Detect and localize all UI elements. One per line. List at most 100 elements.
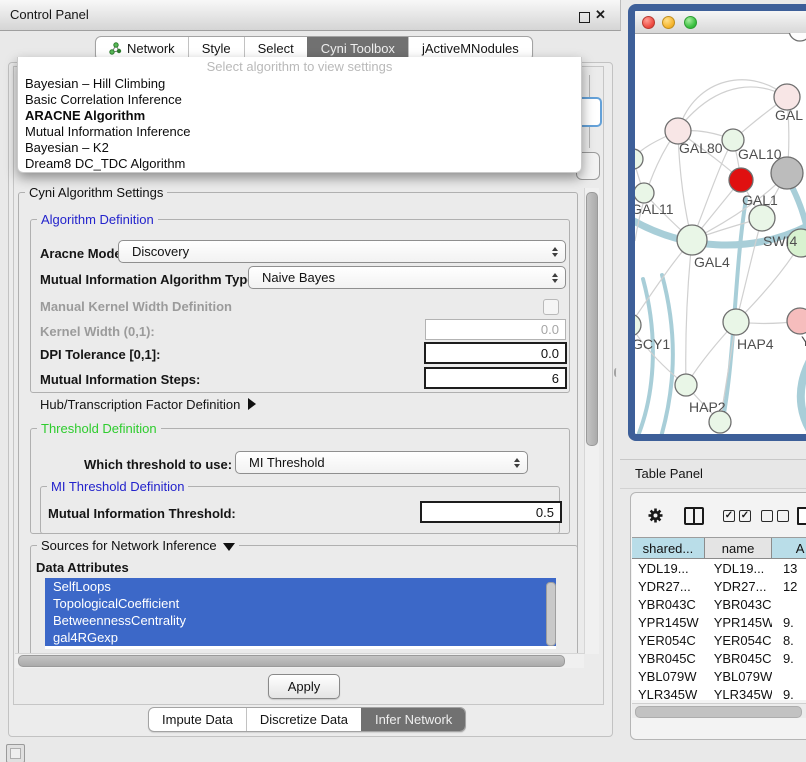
tab-label: Network xyxy=(127,41,175,56)
table-cell: 13 xyxy=(772,561,806,576)
network-node-gal1[interactable] xyxy=(749,205,775,231)
attribute-item-gal4rgexp[interactable]: gal4RGexp xyxy=(45,629,556,646)
table-row[interactable]: YBL079WYBL079W xyxy=(632,667,806,685)
close-panel-icon[interactable]: ✕ xyxy=(595,7,606,23)
aracne-mode-combo[interactable]: Discovery xyxy=(118,240,566,263)
checked-column-icon[interactable]: ✓ xyxy=(739,510,751,522)
manual-kernel-checkbox[interactable] xyxy=(543,299,559,315)
network-window-titlebar[interactable] xyxy=(635,11,806,34)
control-panel-titlebar: Control Panel ✕ xyxy=(0,0,621,31)
table-row[interactable]: YBR045CYBR045C9. xyxy=(632,649,806,667)
column-header-shared[interactable]: shared... xyxy=(632,538,705,558)
table-row[interactable]: YBR043CYBR043C xyxy=(632,595,806,613)
screen: Control Panel ✕ NetworkStyleSelectCyni T… xyxy=(0,0,806,762)
network-node-label: HAP4 xyxy=(737,336,774,352)
float-panel-icon[interactable] xyxy=(579,12,590,23)
table-cell: YBL079W xyxy=(632,669,705,684)
mini-panel-button[interactable] xyxy=(6,744,25,762)
table-horizontal-scrollbar[interactable] xyxy=(632,703,806,718)
network-canvas[interactable]: GALGAL80GAL10GAL11GAL1SWI4GAL4GCY1HAP4YH… xyxy=(635,33,806,434)
mi-algorithm-type-combo[interactable]: Naive Bayes xyxy=(248,266,566,289)
algorithm-option-aracne-algorithm[interactable]: ARACNE Algorithm xyxy=(18,108,581,124)
mi-threshold-value: 0.5 xyxy=(536,505,554,520)
attributes-scrollbar-thumb[interactable] xyxy=(546,582,556,646)
tab-impute-data[interactable]: Impute Data xyxy=(149,708,246,731)
table-row[interactable]: YDR27...YDR27...12 xyxy=(632,577,806,595)
which-threshold-combo[interactable]: MI Threshold xyxy=(235,451,528,474)
table-row[interactable]: YPR145WYPR145W9. xyxy=(632,613,806,631)
network-node-gal4[interactable] xyxy=(677,225,707,255)
algorithm-dropdown-placeholder: Select algorithm to view settings xyxy=(18,57,581,76)
algorithm-options: Bayesian – Hill ClimbingBasic Correlatio… xyxy=(18,76,581,172)
node-table: shared...nameA YDL19...YDL19...13YDR27..… xyxy=(632,537,806,700)
table-cell: YBL079W xyxy=(705,669,772,684)
attribute-item-topologicalcoefficient[interactable]: TopologicalCoefficient xyxy=(45,595,556,612)
sources-legend[interactable]: Sources for Network Inference xyxy=(37,538,239,553)
table-header-row: shared...nameA xyxy=(632,538,806,559)
hub-section-label: Hub/Transcription Factor Definition xyxy=(40,397,240,412)
network-node-top-right[interactable] xyxy=(789,33,806,41)
table-cell: YDR27... xyxy=(632,579,705,594)
algorithm-option-bayesian-k2[interactable]: Bayesian – K2 xyxy=(18,140,581,156)
algorithm-option-bayesian-hill-climbing[interactable]: Bayesian – Hill Climbing xyxy=(18,76,581,92)
network-window: GALGAL80GAL10GAL11GAL1SWI4GAL4GCY1HAP4YH… xyxy=(628,4,806,441)
data-attributes-label: Data Attributes xyxy=(36,560,129,575)
mi-steps-field[interactable]: 6 xyxy=(424,367,567,389)
bottom-tab-bar: Impute Data Discretize DataInfer Network xyxy=(148,707,466,732)
file-icon[interactable] xyxy=(797,507,806,525)
network-icon xyxy=(109,42,122,55)
tab-label: Cyni Toolbox xyxy=(321,41,395,56)
network-node-pink-right[interactable] xyxy=(787,308,806,334)
network-node-left-small[interactable] xyxy=(635,149,643,169)
attribute-item-selfloops[interactable]: SelfLoops xyxy=(45,578,556,595)
network-node-hap4[interactable] xyxy=(723,309,749,335)
mac-close-button[interactable] xyxy=(642,16,655,29)
network-node-red-node[interactable] xyxy=(729,168,753,192)
network-node-label: SWI4 xyxy=(763,233,797,249)
settings-horizontal-scrollbar-thumb[interactable] xyxy=(18,655,565,667)
splitter-handle[interactable] xyxy=(614,368,620,377)
algorithm-option-mutual-information-inference[interactable]: Mutual Information Inference xyxy=(18,124,581,140)
network-node-gcy1[interactable] xyxy=(635,314,641,336)
table-cell: 9. xyxy=(772,687,806,701)
split-columns-icon[interactable] xyxy=(684,507,704,525)
unchecked-column-icon[interactable] xyxy=(777,510,789,522)
column-header-name[interactable]: name xyxy=(705,538,772,558)
network-node-gal11[interactable] xyxy=(635,183,654,203)
table-row[interactable]: YDL19...YDL19...13 xyxy=(632,559,806,577)
algorithm-option-dream8-dc-tdc-algorithm[interactable]: Dream8 DC_TDC Algorithm xyxy=(18,156,581,172)
aracne-mode-value: Discovery xyxy=(132,244,189,259)
table-cell: YPR145W xyxy=(632,615,705,630)
mi-threshold-field[interactable]: 0.5 xyxy=(420,501,562,523)
unchecked-column-icon[interactable] xyxy=(761,510,773,522)
network-node-bottom[interactable] xyxy=(709,411,731,433)
table-cell: YLR345W xyxy=(632,687,705,701)
mac-minimize-button[interactable] xyxy=(662,16,675,29)
hub-section-toggle[interactable]: Hub/Transcription Factor Definition xyxy=(40,397,256,412)
column-header-a[interactable]: A xyxy=(772,538,806,558)
table-row[interactable]: YLR345WYLR345W9. xyxy=(632,685,806,700)
network-node-hap2[interactable] xyxy=(675,374,697,396)
tab-infer-network[interactable]: Infer Network xyxy=(361,708,465,731)
mi-algorithm-type-label: Mutual Information Algorithm Type: xyxy=(40,272,259,287)
tab-discretize-data[interactable]: Discretize Data xyxy=(246,708,361,731)
mac-zoom-button[interactable] xyxy=(684,16,697,29)
table-row[interactable]: YER054CYER054C8. xyxy=(632,631,806,649)
table-horizontal-scrollbar-thumb[interactable] xyxy=(635,706,802,718)
network-node-gray-node[interactable] xyxy=(771,157,803,189)
attribute-item-betweennesscentrality[interactable]: BetweennessCentrality xyxy=(45,612,556,629)
checked-column-icon[interactable]: ✓ xyxy=(723,510,735,522)
mini-panel-button-glyph xyxy=(10,748,21,759)
sources-legend-label: Sources for Network Inference xyxy=(41,538,217,553)
settings-vertical-scrollbar-thumb[interactable] xyxy=(586,192,598,446)
network-node-label: Y xyxy=(801,333,806,349)
mi-algorithm-type-value: Naive Bayes xyxy=(262,270,335,285)
apply-button[interactable]: Apply xyxy=(268,674,340,699)
kernel-width-field[interactable]: 0.0 xyxy=(425,319,566,340)
gear-icon[interactable] xyxy=(647,507,664,524)
dpi-tolerance-value: 0.0 xyxy=(541,346,559,361)
table-panel-titlebar: Table Panel xyxy=(620,459,806,489)
dpi-tolerance-field[interactable]: 0.0 xyxy=(424,342,567,364)
algorithm-option-basic-correlation-inference[interactable]: Basic Correlation Inference xyxy=(18,92,581,108)
tab-label: Impute Data xyxy=(162,712,233,727)
